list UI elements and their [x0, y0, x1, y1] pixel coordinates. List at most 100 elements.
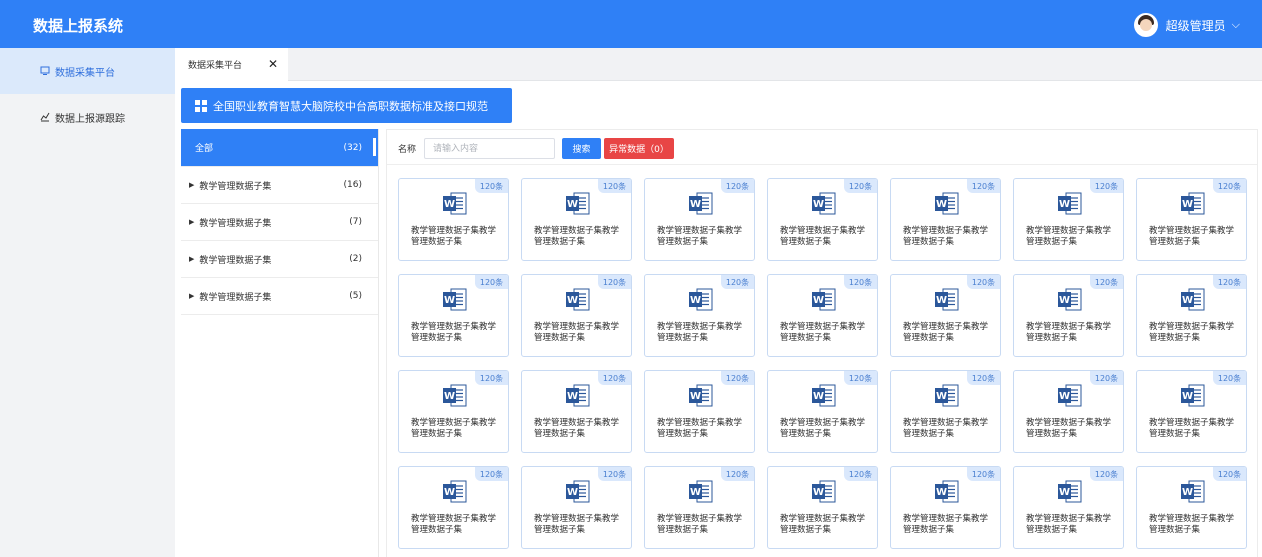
card-title: 教学管理数据子集教学管理数据子集	[657, 226, 743, 247]
category-item-all[interactable]: 全部 (32)	[181, 129, 378, 167]
search-button[interactable]: 搜索	[562, 138, 601, 159]
data-standard-button[interactable]: 全国职业教育智慧大脑院校中台高职数据标准及接口规范	[181, 88, 512, 123]
dataset-card[interactable]: 120条 W 教学管理数据子集教学管理数据子集	[521, 370, 632, 453]
category-item[interactable]: ▶ 教学管理数据子集 (16)	[181, 167, 378, 204]
dataset-card[interactable]: 120条 W 教学管理数据子集教学管理数据子集	[767, 370, 878, 453]
card-title: 教学管理数据子集教学管理数据子集	[657, 322, 743, 343]
dataset-card[interactable]: 120条 W 教学管理数据子集教学管理数据子集	[1013, 274, 1124, 357]
tab-bar: 数据采集平台 ✕	[175, 48, 1262, 81]
record-count-badge: 120条	[844, 179, 877, 193]
dataset-card[interactable]: 120条 W 教学管理数据子集教学管理数据子集	[521, 274, 632, 357]
svg-text:W: W	[444, 295, 455, 306]
dataset-card[interactable]: 120条 W 教学管理数据子集教学管理数据子集	[767, 274, 878, 357]
word-doc-icon: W	[1057, 191, 1082, 216]
word-doc-icon: W	[442, 383, 467, 408]
card-title: 教学管理数据子集教学管理数据子集	[411, 226, 497, 247]
svg-text:W: W	[1182, 487, 1193, 498]
grid-icon	[195, 99, 207, 112]
category-count: (5)	[349, 291, 362, 301]
word-doc-icon: W	[934, 479, 959, 504]
category-item[interactable]: ▶ 教学管理数据子集 (5)	[181, 278, 378, 315]
dataset-card[interactable]: 120条 W 教学管理数据子集教学管理数据子集	[644, 274, 755, 357]
search-input[interactable]	[424, 138, 555, 159]
word-doc-icon: W	[934, 287, 959, 312]
dataset-card[interactable]: 120条 W 教学管理数据子集教学管理数据子集	[890, 274, 1001, 357]
word-doc-icon: W	[565, 479, 590, 504]
close-icon[interactable]: ✕	[268, 57, 278, 71]
sidebar-item-data-collection[interactable]: 数据采集平台	[0, 48, 175, 94]
dataset-card[interactable]: 120条 W 教学管理数据子集教学管理数据子集	[644, 466, 755, 549]
card-title: 教学管理数据子集教学管理数据子集	[1149, 418, 1235, 439]
svg-text:W: W	[813, 295, 824, 306]
category-item[interactable]: ▶ 教学管理数据子集 (7)	[181, 204, 378, 241]
dataset-card[interactable]: 120条 W 教学管理数据子集教学管理数据子集	[644, 370, 755, 453]
caret-right-icon[interactable]: ▶	[189, 255, 194, 263]
dataset-card[interactable]: 120条 W 教学管理数据子集教学管理数据子集	[398, 370, 509, 453]
avatar[interactable]	[1133, 13, 1158, 37]
dataset-card[interactable]: 120条 W 教学管理数据子集教学管理数据子集	[1013, 370, 1124, 453]
card-title: 教学管理数据子集教学管理数据子集	[534, 514, 620, 535]
sidebar-item-label: 数据上报源跟踪	[55, 113, 125, 125]
card-title: 教学管理数据子集教学管理数据子集	[534, 226, 620, 247]
svg-text:W: W	[444, 199, 455, 210]
caret-right-icon[interactable]: ▶	[189, 181, 194, 189]
svg-text:W: W	[813, 487, 824, 498]
dataset-card[interactable]: 120条 W 教学管理数据子集教学管理数据子集	[398, 466, 509, 549]
category-count: (16)	[343, 180, 362, 190]
dataset-card[interactable]: 120条 W 教学管理数据子集教学管理数据子集	[890, 370, 1001, 453]
dataset-card[interactable]: 120条 W 教学管理数据子集教学管理数据子集	[521, 466, 632, 549]
svg-text:W: W	[567, 199, 578, 210]
record-count-badge: 120条	[721, 179, 754, 193]
dataset-card[interactable]: 120条 W 教学管理数据子集教学管理数据子集	[1136, 370, 1247, 453]
word-doc-icon: W	[442, 287, 467, 312]
svg-text:W: W	[813, 391, 824, 402]
word-doc-icon: W	[1180, 287, 1205, 312]
search-label: 名称	[398, 145, 417, 155]
dataset-card[interactable]: 120条 W 教学管理数据子集教学管理数据子集	[890, 178, 1001, 261]
record-count-badge: 120条	[1090, 371, 1123, 385]
svg-text:W: W	[1182, 199, 1193, 210]
svg-text:W: W	[1059, 199, 1070, 210]
card-title: 教学管理数据子集教学管理数据子集	[534, 418, 620, 439]
record-count-badge: 120条	[598, 179, 631, 193]
dataset-card[interactable]: 120条 W 教学管理数据子集教学管理数据子集	[1136, 274, 1247, 357]
dataset-card[interactable]: 120条 W 教学管理数据子集教学管理数据子集	[644, 178, 755, 261]
card-title: 教学管理数据子集教学管理数据子集	[780, 322, 866, 343]
category-count: (32)	[343, 142, 362, 153]
caret-right-icon[interactable]: ▶	[189, 218, 194, 226]
svg-text:W: W	[690, 199, 701, 210]
user-name[interactable]: 超级管理员	[1166, 17, 1226, 34]
tab-data-collection[interactable]: 数据采集平台 ✕	[175, 48, 288, 81]
card-title: 教学管理数据子集教学管理数据子集	[903, 514, 989, 535]
sidebar-item-source-tracking[interactable]: 数据上报源跟踪	[0, 94, 175, 140]
card-title: 教学管理数据子集教学管理数据子集	[657, 418, 743, 439]
svg-text:W: W	[567, 391, 578, 402]
word-doc-icon: W	[1180, 191, 1205, 216]
word-doc-icon: W	[688, 479, 713, 504]
dataset-card[interactable]: 120条 W 教学管理数据子集教学管理数据子集	[398, 274, 509, 357]
category-item[interactable]: ▶ 教学管理数据子集 (2)	[181, 241, 378, 278]
record-count-badge: 120条	[475, 275, 508, 289]
abnormal-data-button[interactable]: 异常数据（0）	[604, 138, 674, 159]
caret-right-icon[interactable]: ▶	[189, 292, 194, 300]
dataset-card[interactable]: 120条 W 教学管理数据子集教学管理数据子集	[767, 178, 878, 261]
dataset-card[interactable]: 120条 W 教学管理数据子集教学管理数据子集	[521, 178, 632, 261]
sidebar: 数据采集平台 数据上报源跟踪	[0, 48, 175, 557]
svg-text:W: W	[813, 199, 824, 210]
dataset-card[interactable]: 120条 W 教学管理数据子集教学管理数据子集	[398, 178, 509, 261]
dataset-card[interactable]: 120条 W 教学管理数据子集教学管理数据子集	[1136, 466, 1247, 549]
word-doc-icon: W	[688, 287, 713, 312]
dataset-card[interactable]: 120条 W 教学管理数据子集教学管理数据子集	[890, 466, 1001, 549]
user-menu[interactable]: 超级管理员 ⌵	[1133, 13, 1240, 37]
svg-text:W: W	[1182, 295, 1193, 306]
record-count-badge: 120条	[1090, 467, 1123, 481]
dataset-card[interactable]: 120条 W 教学管理数据子集教学管理数据子集	[1013, 178, 1124, 261]
card-title: 教学管理数据子集教学管理数据子集	[903, 226, 989, 247]
svg-text:W: W	[1182, 391, 1193, 402]
dataset-card[interactable]: 120条 W 教学管理数据子集教学管理数据子集	[1136, 178, 1247, 261]
record-count-badge: 120条	[967, 467, 1000, 481]
dataset-card[interactable]: 120条 W 教学管理数据子集教学管理数据子集	[1013, 466, 1124, 549]
record-count-badge: 120条	[721, 371, 754, 385]
dataset-card[interactable]: 120条 W 教学管理数据子集教学管理数据子集	[767, 466, 878, 549]
chevron-down-icon[interactable]: ⌵	[1232, 18, 1240, 32]
